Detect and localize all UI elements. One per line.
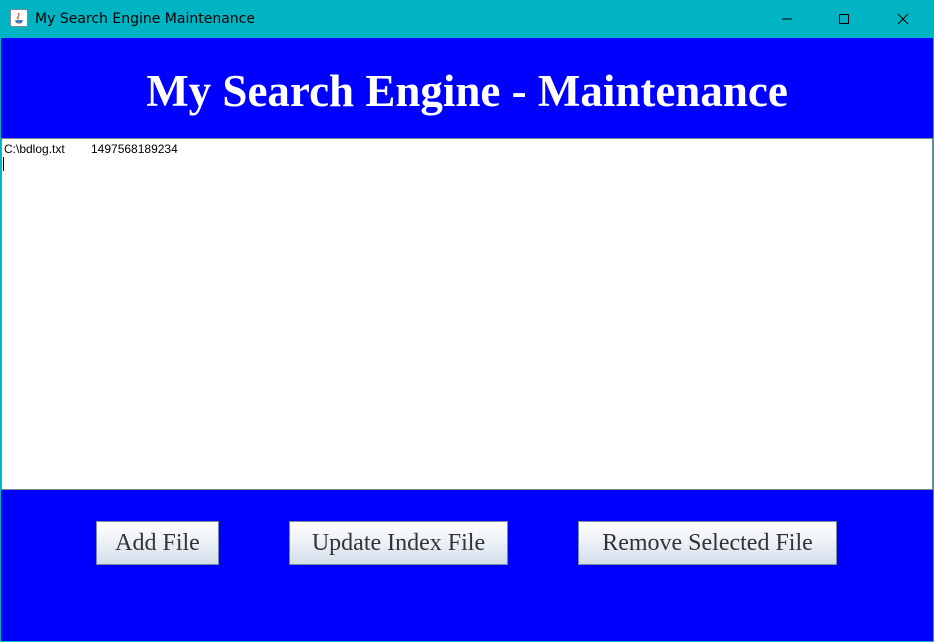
remove-selected-file-button[interactable]: Remove Selected File <box>578 521 837 565</box>
file-list-area[interactable]: C:\bdlog.txt 1497568189234 <box>1 138 933 490</box>
window-title: My Search Engine Maintenance <box>35 11 255 27</box>
page-title: My Search Engine - Maintenance <box>146 66 788 116</box>
maximize-icon <box>838 10 850 29</box>
close-icon <box>897 10 909 29</box>
file-timestamp: 1497568189234 <box>91 142 178 156</box>
file-path: C:\bdlog.txt <box>4 142 65 156</box>
main-panel: My Search Engine - Maintenance C:\bdlog.… <box>1 38 933 641</box>
minimize-button[interactable] <box>758 0 816 38</box>
minimize-icon <box>781 10 793 29</box>
java-app-icon <box>10 9 28 27</box>
maximize-button[interactable] <box>815 0 873 38</box>
close-button[interactable] <box>874 0 932 38</box>
list-item[interactable]: C:\bdlog.txt 1497568189234 <box>3 142 923 156</box>
add-file-button[interactable]: Add File <box>96 521 219 565</box>
title-bar[interactable]: My Search Engine Maintenance <box>0 0 934 38</box>
app-window: My Search Engine Maintenance My Search E… <box>0 0 934 642</box>
text-caret <box>3 157 4 171</box>
update-index-file-button[interactable]: Update Index File <box>289 521 508 565</box>
